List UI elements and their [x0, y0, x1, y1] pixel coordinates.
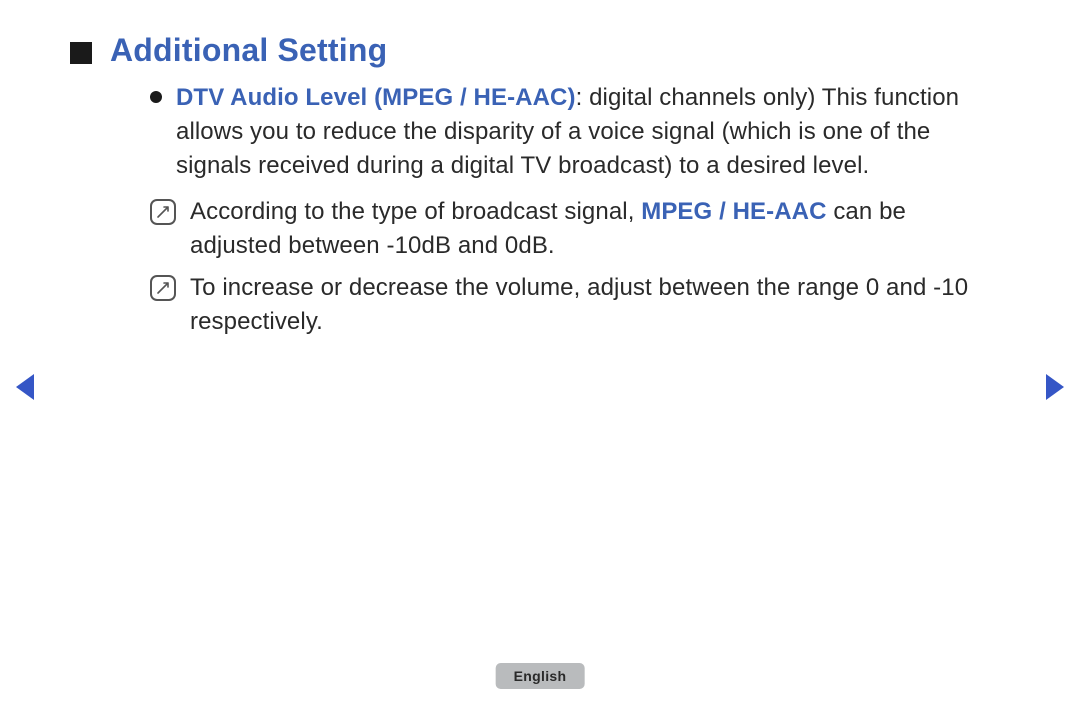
heading-row: Additional Setting: [70, 32, 1010, 69]
item-description: DTV Audio Level (MPEG / HE-AAC): digital…: [176, 81, 1000, 183]
note1-part-a: According to the type of broadcast signa…: [190, 198, 641, 225]
section-heading: Additional Setting: [110, 32, 387, 69]
square-bullet-icon: [70, 42, 92, 64]
body-block: DTV Audio Level (MPEG / HE-AAC): digital…: [150, 81, 1000, 339]
item-title: DTV Audio Level (MPEG / HE-AAC): [176, 84, 576, 111]
language-indicator: English: [496, 663, 585, 689]
next-page-button[interactable]: [1044, 372, 1066, 402]
previous-page-button[interactable]: [14, 372, 36, 402]
note-text: According to the type of broadcast signa…: [190, 195, 1000, 263]
note-text: To increase or decrease the volume, adju…: [190, 271, 1000, 339]
page-content: Additional Setting DTV Audio Level (MPEG…: [0, 0, 1080, 339]
notes-block: According to the type of broadcast signa…: [150, 195, 1000, 339]
note-icon: [150, 275, 176, 301]
note1-bold: MPEG / HE-AAC: [641, 198, 826, 225]
round-bullet-icon: [150, 91, 162, 103]
bullet-item-row: DTV Audio Level (MPEG / HE-AAC): digital…: [150, 81, 1000, 183]
note-row: According to the type of broadcast signa…: [150, 195, 1000, 263]
note-icon: [150, 199, 176, 225]
note-row: To increase or decrease the volume, adju…: [150, 271, 1000, 339]
